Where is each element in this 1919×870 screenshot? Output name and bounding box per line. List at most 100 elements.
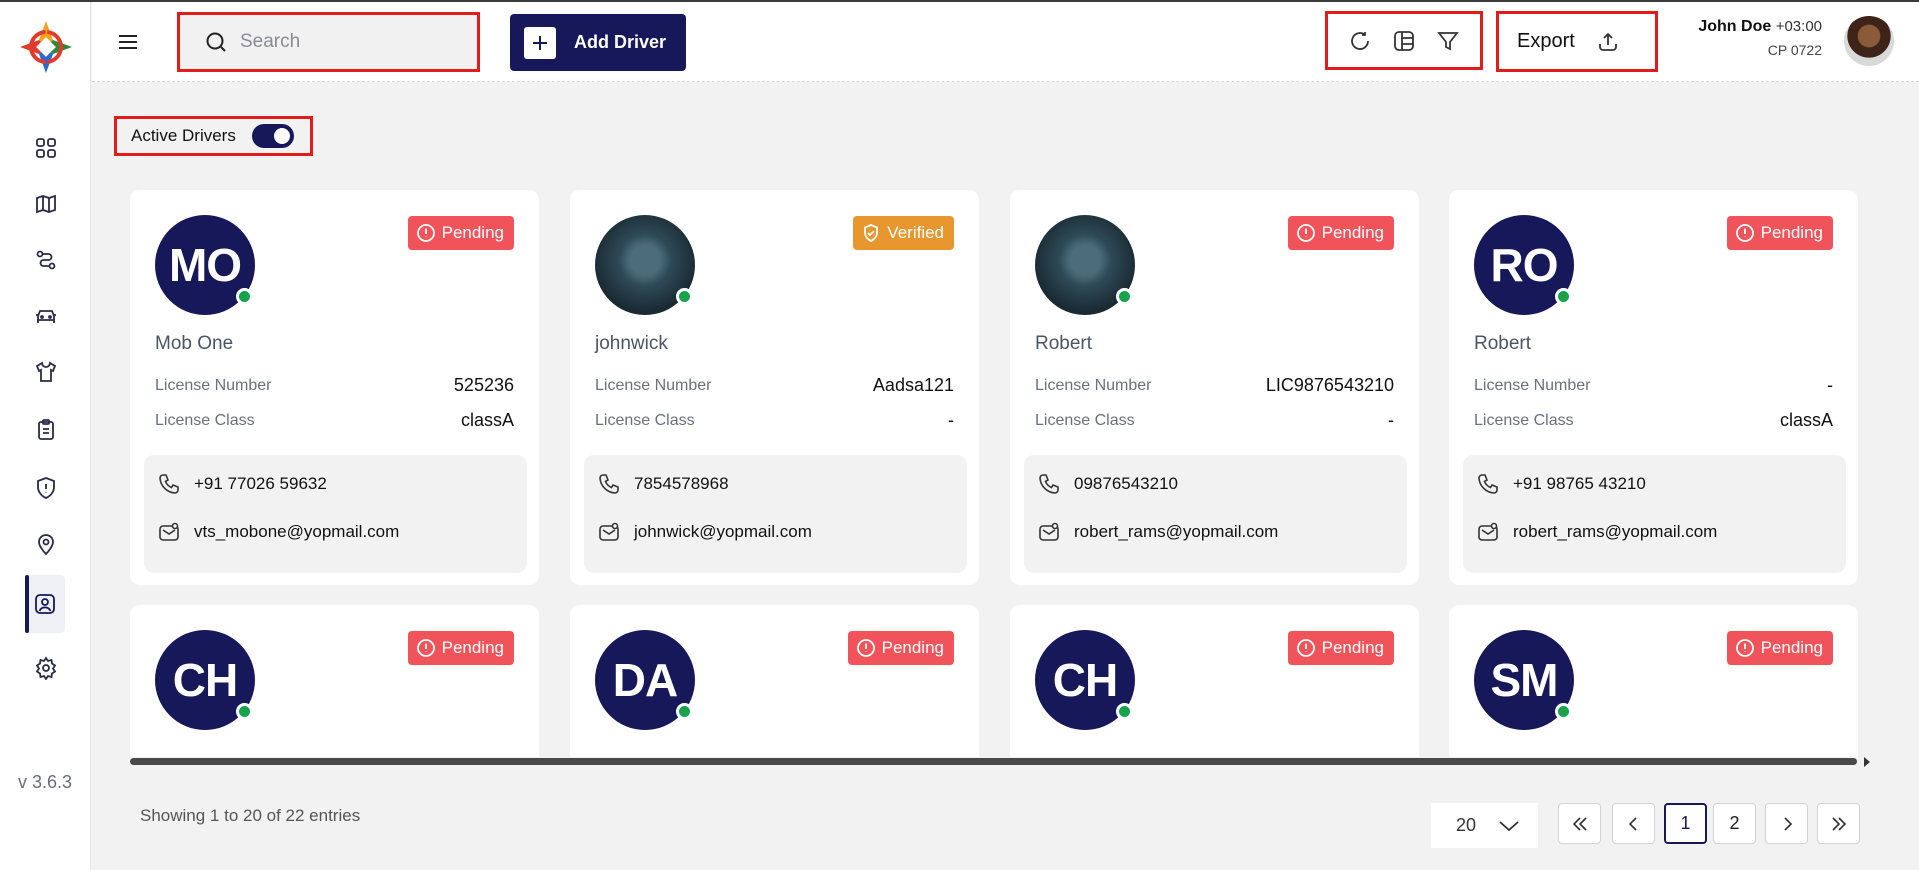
double-chevron-left-icon <box>1572 816 1587 831</box>
driver-card[interactable]: RO Pending Robert License Number - Licen… <box>1449 190 1858 585</box>
page-button-1[interactable]: 1 <box>1664 803 1707 844</box>
status-badge: Pending <box>1287 631 1394 665</box>
license-class-row: License Class classA <box>155 410 514 431</box>
license-class-label: License Class <box>155 411 255 429</box>
driver-card[interactable]: CH Pending <box>130 605 539 757</box>
last-page-button[interactable] <box>1817 803 1860 844</box>
email-value: johnwick@yopmail.com <box>634 522 812 541</box>
driver-card[interactable]: DA Pending <box>570 605 979 757</box>
horizontal-scrollbar[interactable] <box>130 758 1857 765</box>
page-size-select[interactable]: 20 <box>1431 803 1538 848</box>
email-row[interactable]: vts_mobone@yopmail.com <box>158 521 399 543</box>
contact-panel: 7854578968 johnwick@yopmail.com <box>584 455 967 573</box>
license-class-label: License Class <box>595 411 695 429</box>
nav-tasks[interactable] <box>25 408 67 452</box>
license-class-row: License Class - <box>1035 410 1394 431</box>
license-number-value: Aadsa121 <box>872 375 954 395</box>
active-drivers-toggle[interactable] <box>251 124 294 148</box>
gear-icon <box>35 656 57 680</box>
license-class-value: classA <box>1779 410 1833 430</box>
route-icon <box>36 250 56 270</box>
plus-icon <box>524 26 556 59</box>
nav-routes[interactable] <box>25 238 67 282</box>
phone-row[interactable]: 7854578968 <box>598 473 729 495</box>
phone-row[interactable]: +91 77026 59632 <box>158 473 327 495</box>
phone-icon <box>598 473 624 495</box>
nav-locations[interactable] <box>25 522 67 566</box>
user-avatar[interactable] <box>1844 16 1894 66</box>
email-row[interactable]: johnwick@yopmail.com <box>598 521 812 543</box>
license-number-value: 525236 <box>453 375 514 395</box>
phone-value: +91 98765 43210 <box>1513 474 1646 493</box>
compass-logo-icon[interactable] <box>17 18 75 76</box>
chevron-right-icon <box>1783 816 1792 831</box>
next-page-button[interactable] <box>1765 803 1808 844</box>
user-info[interactable]: John Doe +03:00 CP 0722 <box>1692 18 1822 58</box>
active-drivers-label: Active Drivers <box>131 126 236 145</box>
email-row[interactable]: robert_rams@yopmail.com <box>1038 521 1278 543</box>
status-label: Pending <box>1760 223 1823 242</box>
driver-card[interactable]: Verified johnwick License Number Aadsa12… <box>570 190 979 585</box>
filter-icon[interactable] <box>1433 26 1463 56</box>
user-name: John Doe <box>1698 18 1772 35</box>
nav-vehicles[interactable] <box>25 294 67 338</box>
toolbar-icon-group <box>1325 11 1483 70</box>
online-status-dot <box>676 703 693 720</box>
driver-card[interactable]: SM Pending <box>1449 605 1858 757</box>
phone-icon <box>1477 473 1503 495</box>
user-code: CP 0722 <box>1767 42 1822 58</box>
upload-icon <box>1597 31 1619 53</box>
license-number-label: License Number <box>1474 376 1591 394</box>
first-page-button[interactable] <box>1558 803 1601 844</box>
license-class-value: - <box>948 410 954 430</box>
mail-icon <box>1038 521 1064 543</box>
online-status-dot <box>236 288 253 305</box>
license-number-label: License Number <box>595 376 712 394</box>
license-class-value: classA <box>460 410 514 430</box>
driver-card[interactable]: Pending Robert License Number LIC9876543… <box>1010 190 1419 585</box>
phone-row[interactable]: 09876543210 <box>1038 473 1178 495</box>
status-label: Pending <box>1321 638 1384 657</box>
columns-layout-icon[interactable] <box>1389 26 1419 56</box>
phone-icon <box>158 473 184 495</box>
app-version: v 3.6.3 <box>18 772 73 792</box>
online-status-dot <box>1555 288 1572 305</box>
nav-settings[interactable] <box>25 646 67 690</box>
driver-card[interactable]: CH Pending <box>1010 605 1419 757</box>
phone-row[interactable]: +91 98765 43210 <box>1477 473 1646 495</box>
contact-panel: +91 98765 43210 robert_rams@yopmail.com <box>1463 455 1846 573</box>
nav-uniforms[interactable] <box>25 350 67 394</box>
hamburger-menu-icon[interactable] <box>117 31 139 53</box>
online-status-dot <box>1116 288 1133 305</box>
driver-name: Mob One <box>155 333 234 354</box>
add-driver-button[interactable]: Add Driver <box>510 14 686 71</box>
nav-drivers[interactable] <box>25 575 65 633</box>
map-icon <box>36 194 56 214</box>
drivers-grid: MO Pending Mob One License Number 525236… <box>130 190 1860 757</box>
double-chevron-right-icon <box>1831 816 1846 831</box>
status-badge: Pending <box>407 631 514 665</box>
online-status-dot <box>236 703 253 720</box>
email-row[interactable]: robert_rams@yopmail.com <box>1477 521 1717 543</box>
export-button[interactable]: Export <box>1496 11 1658 72</box>
search-input[interactable] <box>240 31 460 53</box>
active-drivers-filter: Active Drivers <box>114 116 313 156</box>
refresh-icon[interactable] <box>1345 26 1375 56</box>
mail-icon <box>598 521 624 543</box>
email-value: robert_rams@yopmail.com <box>1074 522 1279 541</box>
license-number-row: License Number - <box>1474 375 1833 396</box>
top-header: Add Driver Export John Doe +03:00 CP 072… <box>92 2 1919 82</box>
nav-map[interactable] <box>25 182 67 226</box>
scroll-right-arrow-icon[interactable] <box>1864 757 1870 767</box>
nav-dashboard[interactable] <box>25 126 67 170</box>
nav-alerts[interactable] <box>25 466 67 510</box>
clipboard-icon <box>38 419 54 440</box>
status-badge: Pending <box>847 631 954 665</box>
search-box[interactable] <box>177 12 480 72</box>
driver-card[interactable]: MO Pending Mob One License Number 525236… <box>130 190 539 585</box>
driver-name: johnwick <box>595 333 668 354</box>
previous-page-button[interactable] <box>1612 803 1655 844</box>
page-button-2[interactable]: 2 <box>1713 803 1756 844</box>
license-number-label: License Number <box>155 376 272 394</box>
status-badge: Pending <box>1287 216 1394 250</box>
